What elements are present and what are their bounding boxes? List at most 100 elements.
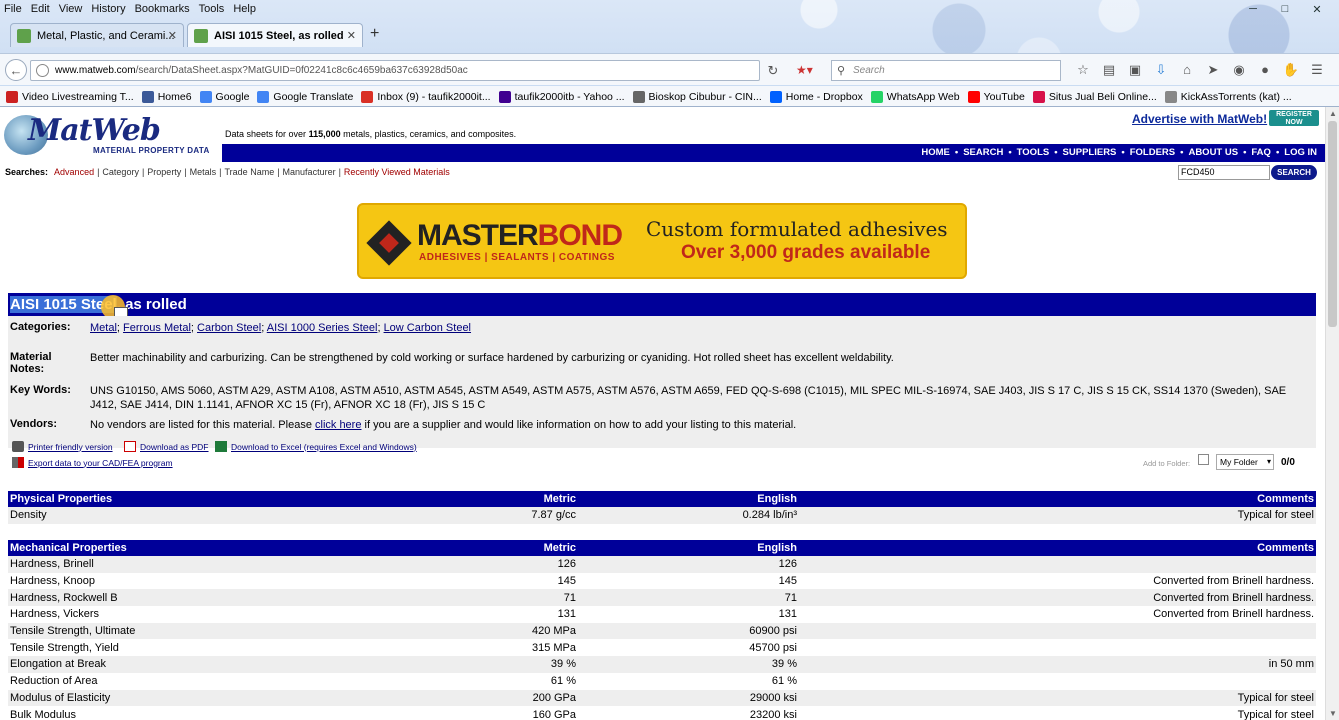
bookmark-item[interactable]: Bioskop Cibubur - CIN... — [632, 90, 762, 103]
menu-bookmarks[interactable]: Bookmarks — [135, 3, 190, 15]
search-link-advanced[interactable]: Advanced — [54, 167, 94, 177]
advertise-link[interactable]: Advertise with MatWeb! — [1132, 112, 1267, 126]
bookmark-label: KickAssTorrents (kat) ... — [1180, 90, 1292, 103]
url-text: www.matweb.com/search/DataSheet.aspx?Mat… — [55, 65, 468, 76]
export-cad-link[interactable]: Export data to your CAD/FEA program — [12, 457, 173, 468]
send-icon[interactable]: ➤ — [1200, 62, 1226, 78]
menu-history[interactable]: History — [91, 3, 125, 15]
category-metal[interactable]: Metal — [90, 322, 117, 334]
search-link-trade-name[interactable]: Trade Name — [225, 167, 275, 177]
reload-icon[interactable]: ↻ — [763, 60, 783, 81]
topnav-tools[interactable]: TOOLS — [1017, 147, 1050, 158]
printer-friendly-link[interactable]: Printer friendly version — [12, 441, 113, 452]
bookmark-item[interactable]: Home - Dropbox — [769, 90, 863, 103]
home-icon[interactable]: ⌂ — [1174, 62, 1200, 78]
category-low-carbon[interactable]: Low Carbon Steel — [384, 322, 471, 334]
bookmark-item[interactable]: YouTube — [967, 90, 1025, 103]
masterbond-ad-banner[interactable]: MASTERBOND ADHESIVES | SEALANTS | COATIN… — [357, 203, 967, 279]
topnav-log-in[interactable]: LOG IN — [1284, 147, 1317, 158]
bookmark-star-icon[interactable]: ☆ — [1070, 62, 1096, 78]
site-search-input[interactable]: FCD450 — [1178, 165, 1270, 180]
mechanical-rows: Hardness, Brinell 126 126 Hardness, Knoop 14… — [8, 556, 1316, 720]
vendors-click-here-link[interactable]: click here — [315, 419, 361, 431]
header-comments: Comments — [799, 491, 1316, 507]
hamburger-menu-icon[interactable]: ☰ — [1304, 62, 1330, 78]
tagline-count: 115,000 — [308, 129, 341, 139]
folder-select[interactable]: My Folder — [1216, 454, 1274, 470]
bookmark-item[interactable]: Situs Jual Beli Online... — [1032, 90, 1157, 103]
category-carbon-steel[interactable]: Carbon Steel — [197, 322, 261, 334]
download-pdf-link[interactable]: Download as PDF — [124, 441, 209, 452]
tab-datasheet[interactable]: AISI 1015 Steel, as rolled ✕ — [187, 23, 363, 47]
datasheet-tools: Printer friendly version Download as PDF… — [12, 439, 1312, 471]
menu-view[interactable]: View — [59, 3, 83, 15]
bookmark-item[interactable]: Home6 — [141, 90, 192, 103]
topnav-home[interactable]: HOME — [921, 147, 950, 158]
bookmark-item[interactable]: taufik2000itb - Yahoo ... — [498, 90, 625, 103]
header-metric: Metric — [388, 540, 578, 556]
close-tab-icon[interactable]: ✕ — [168, 29, 177, 42]
hand-icon[interactable]: ✋ — [1278, 62, 1304, 78]
search-placeholder: Search — [853, 65, 885, 76]
bookmark-label: Google — [215, 90, 250, 103]
topnav-folders[interactable]: FOLDERS — [1130, 147, 1175, 158]
table-row: Density 7.87 g/cc 0.284 lb/in³ Typical for … — [8, 507, 1316, 524]
back-button[interactable]: ← — [5, 59, 27, 81]
topnav-about-us[interactable]: ABOUT US — [1188, 147, 1238, 158]
translate-icon — [257, 90, 270, 103]
logo-word: MatWeb — [28, 113, 161, 148]
chat-icon[interactable]: ◉ — [1226, 62, 1252, 78]
shop-icon — [1032, 90, 1045, 103]
browser-search-box[interactable]: ⚲ Search — [831, 60, 1061, 81]
reading-list-icon[interactable]: ▤ — [1096, 62, 1122, 78]
download-icon[interactable]: ⇩ — [1148, 62, 1174, 78]
menu-tools[interactable]: Tools — [199, 3, 225, 15]
topnav-faq[interactable]: FAQ — [1251, 147, 1271, 158]
bookmark-item[interactable]: KickAssTorrents (kat) ... — [1164, 90, 1292, 103]
maximize-icon[interactable]: □ — [1269, 1, 1301, 17]
search-link-category[interactable]: Category — [102, 167, 139, 177]
download-excel-link[interactable]: Download to Excel (requires Excel and Wi… — [215, 441, 417, 452]
close-window-icon[interactable]: ✕ — [1301, 1, 1333, 17]
scroll-down-icon[interactable]: ▼ — [1329, 709, 1337, 718]
add-to-folder-checkbox[interactable] — [1198, 454, 1209, 465]
matweb-logo[interactable]: MatWeb MATERIAL PROPERTY DATA — [0, 107, 222, 161]
search-engine-icon[interactable]: ★▾ — [796, 63, 813, 77]
scroll-up-icon[interactable]: ▲ — [1329, 109, 1337, 118]
pocket-icon[interactable]: ▣ — [1122, 62, 1148, 78]
matweb-favicon-icon — [17, 28, 31, 43]
close-tab-icon[interactable]: ✕ — [347, 29, 356, 42]
bookmark-item[interactable]: Inbox (9) - taufik2000it... — [361, 90, 491, 103]
site-search-button[interactable]: SEARCH — [1271, 165, 1317, 180]
bookmark-label: Bioskop Cibubur - CIN... — [648, 90, 762, 103]
register-now-button[interactable]: REGISTER NOW — [1269, 110, 1319, 126]
search-link-recent[interactable]: Recently Viewed Materials — [344, 167, 450, 177]
keywords-label: Key Words: — [10, 384, 71, 396]
english-value: 0.284 lb/in³ — [578, 507, 799, 524]
bookmark-label: Home6 — [157, 90, 192, 103]
menu-file[interactable]: File — [4, 3, 22, 15]
search-link-property[interactable]: Property — [147, 167, 181, 177]
page-scrollbar[interactable]: ▲ ▼ — [1325, 107, 1339, 720]
menu-help[interactable]: Help — [233, 3, 256, 15]
tab-label: AISI 1015 Steel, as rolled — [214, 29, 344, 42]
bookmark-item[interactable]: Google Translate — [257, 90, 353, 103]
ad-brand-a: MASTER — [417, 219, 539, 252]
bookmark-item[interactable]: Video Livestreaming T... — [6, 90, 134, 103]
scroll-thumb[interactable] — [1328, 121, 1337, 327]
category-aisi-1000[interactable]: AISI 1000 Series Steel — [267, 322, 378, 334]
extension-icon[interactable]: ● — [1252, 62, 1278, 78]
menu-edit[interactable]: Edit — [31, 3, 50, 15]
topnav-search[interactable]: SEARCH — [963, 147, 1003, 158]
categories-label: Categories: — [10, 321, 71, 333]
bookmark-item[interactable]: WhatsApp Web — [870, 90, 960, 103]
bookmark-item[interactable]: Google — [199, 90, 250, 103]
search-link-metals[interactable]: Metals — [190, 167, 217, 177]
minimize-icon[interactable]: ─ — [1237, 1, 1269, 17]
search-link-manufacturer[interactable]: Manufacturer — [283, 167, 336, 177]
category-ferrous-metal[interactable]: Ferrous Metal — [123, 322, 191, 334]
tab-matweb-search[interactable]: Metal, Plastic, and Cerami... ✕ — [10, 23, 184, 47]
new-tab-icon[interactable]: + — [370, 25, 379, 43]
url-bar[interactable]: www.matweb.com/search/DataSheet.aspx?Mat… — [30, 60, 760, 81]
topnav-suppliers[interactable]: SUPPLIERS — [1063, 147, 1117, 158]
